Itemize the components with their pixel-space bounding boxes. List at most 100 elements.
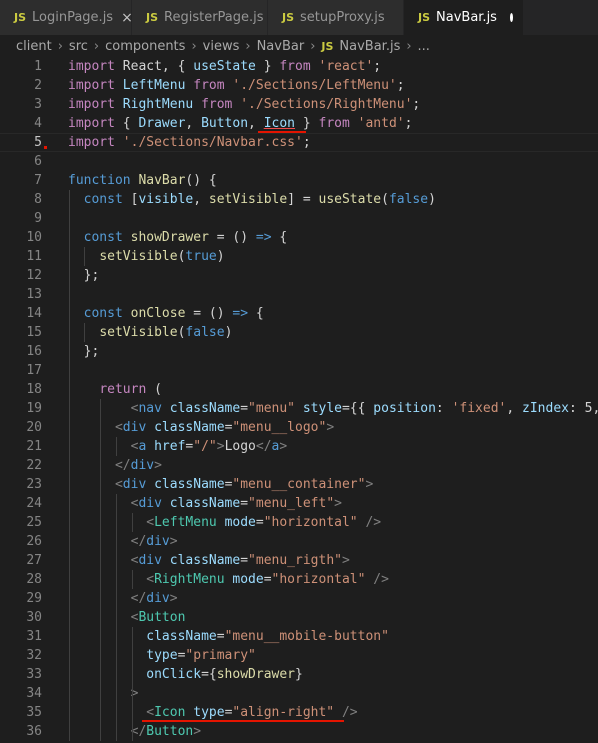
line-number: 10	[26, 230, 42, 245]
code-line[interactable]: 36 </Button>	[0, 722, 598, 741]
line-number: 11	[26, 249, 42, 264]
code-line[interactable]: 9	[0, 209, 598, 228]
code-line[interactable]: 23 <div className="menu__container">	[0, 475, 598, 494]
code-token: />	[365, 515, 382, 530]
tab-loginpage[interactable]: JS LoginPage.js ×	[0, 0, 133, 35]
breadcrumb-item[interactable]: src	[69, 39, 88, 54]
code-token: useState	[318, 192, 382, 207]
code-token: }	[295, 116, 319, 131]
code-line[interactable]: 29 </div>	[0, 589, 598, 608]
code-token: </	[130, 591, 147, 606]
code-token: ;	[302, 135, 311, 150]
code-line[interactable]: 25 <LeftMenu mode="horizontal" />	[0, 513, 598, 532]
code-editor[interactable]: 1 import React, { useState } from 'react'…	[0, 57, 598, 743]
line-number: 25	[26, 515, 42, 530]
tab-navbar[interactable]: JS NavBar.js	[404, 0, 524, 35]
code-text: import LeftMenu from './Sections/LeftMen…	[68, 76, 405, 95]
code-line[interactable]: 1 import React, { useState } from 'react'…	[0, 57, 598, 76]
code-line[interactable]: 5 import './Sections/Navbar.css';	[0, 133, 598, 152]
code-token: Icon	[263, 116, 296, 131]
code-line[interactable]: 31 className="menu__mobile-button"	[0, 627, 598, 646]
breadcrumb-item[interactable]: views	[203, 39, 240, 54]
code-line[interactable]: 7 function NavBar() {	[0, 171, 598, 190]
line-number: 12	[26, 268, 42, 283]
code-line[interactable]: 22 </div>	[0, 456, 598, 475]
code-line[interactable]: 10 const showDrawer = () => {	[0, 228, 598, 247]
code-token: const	[83, 306, 123, 321]
code-token: >	[365, 477, 374, 492]
code-token: const	[83, 230, 123, 245]
code-line[interactable]: 24 <div className="menu_left">	[0, 494, 598, 513]
code-token: (	[381, 192, 389, 207]
breadcrumb-item[interactable]: NavBar	[257, 39, 305, 54]
code-token: >	[169, 534, 178, 549]
code-line[interactable]: 28 <RightMenu mode="horizontal" />	[0, 570, 598, 589]
code-token: >	[326, 420, 335, 435]
code-token: >	[169, 591, 178, 606]
indent-guide	[132, 570, 133, 589]
code-token: Drawer	[138, 116, 186, 131]
code-line[interactable]: 15 setVisible(false)	[0, 323, 598, 342]
chevron-right-icon: ›	[191, 38, 197, 54]
code-token: )	[224, 325, 233, 340]
line-number: 9	[34, 211, 42, 226]
code-line[interactable]: 32 type="primary"	[0, 646, 598, 665]
code-text: </div>	[68, 456, 162, 475]
code-line[interactable]: 27 <div className="menu_rigth">	[0, 551, 598, 570]
code-line[interactable]: 26 </div>	[0, 532, 598, 551]
code-token: = ()	[208, 230, 256, 245]
code-token: from	[193, 78, 225, 93]
line-number: 15	[26, 325, 42, 340]
tab-label: RegisterPage.js	[164, 10, 264, 25]
code-line[interactable]: 19 <nav className="menu" style={{ positi…	[0, 399, 598, 418]
code-line[interactable]: 6	[0, 152, 598, 171]
code-line[interactable]: 17	[0, 361, 598, 380]
code-token: import	[68, 78, 115, 93]
code-token: <	[146, 705, 155, 720]
code-line[interactable]: 30 <Button	[0, 608, 598, 627]
code-token: div	[130, 458, 155, 473]
code-token: "/"	[193, 439, 217, 454]
code-line[interactable]: 18 return (	[0, 380, 598, 399]
tab-registerpage[interactable]: JS RegisterPage.js	[132, 0, 268, 35]
code-token: ,	[506, 401, 523, 416]
line-number: 2	[34, 78, 42, 93]
js-file-icon: JS	[282, 11, 295, 24]
code-line[interactable]: 34 >	[0, 684, 598, 703]
code-text: <nav className="menu" style={{ position:…	[68, 399, 598, 418]
code-line[interactable]: 13	[0, 285, 598, 304]
breadcrumb-item[interactable]: client	[16, 39, 52, 54]
code-text: const onClose = () => {	[68, 304, 264, 323]
code-text: import './Sections/Navbar.css';	[68, 133, 311, 152]
code-line[interactable]: 20 <div className="menu__logo">	[0, 418, 598, 437]
line-number: 13	[26, 287, 42, 302]
breadcrumb-item[interactable]: ...	[418, 39, 430, 54]
code-token: onClick	[146, 667, 202, 682]
code-token: () {	[185, 173, 217, 188]
code-text: <div className="menu_left">	[68, 494, 342, 513]
code-line[interactable]: 2 import LeftMenu from './Sections/LeftMe…	[0, 76, 598, 95]
code-line[interactable]: 8 const [visible, setVisible] = useState…	[0, 190, 598, 209]
code-token: =	[216, 629, 225, 644]
code-token: function	[68, 173, 131, 188]
code-line[interactable]: 16 };	[0, 342, 598, 361]
error-underline	[258, 131, 306, 133]
code-line[interactable]: 3 import RightMenu from './Sections/Right…	[0, 95, 598, 114]
line-number: 17	[26, 363, 42, 378]
breadcrumb-item[interactable]: NavBar.js	[339, 39, 400, 54]
code-line[interactable]: 12 };	[0, 266, 598, 285]
code-line[interactable]: 11 setVisible(true)	[0, 247, 598, 266]
code-line[interactable]: 33 onClick={showDrawer}	[0, 665, 598, 684]
tab-setupproxy[interactable]: JS setupProxy.js	[268, 0, 404, 35]
code-line[interactable]: 14 const onClose = () => {	[0, 304, 598, 323]
breadcrumb-item[interactable]: components	[105, 39, 185, 54]
code-token: className	[154, 477, 225, 492]
unsaved-dot-icon[interactable]	[509, 13, 513, 22]
code-token: false	[388, 192, 429, 207]
code-line[interactable]: 21 <a href="/">Logo</a>	[0, 437, 598, 456]
